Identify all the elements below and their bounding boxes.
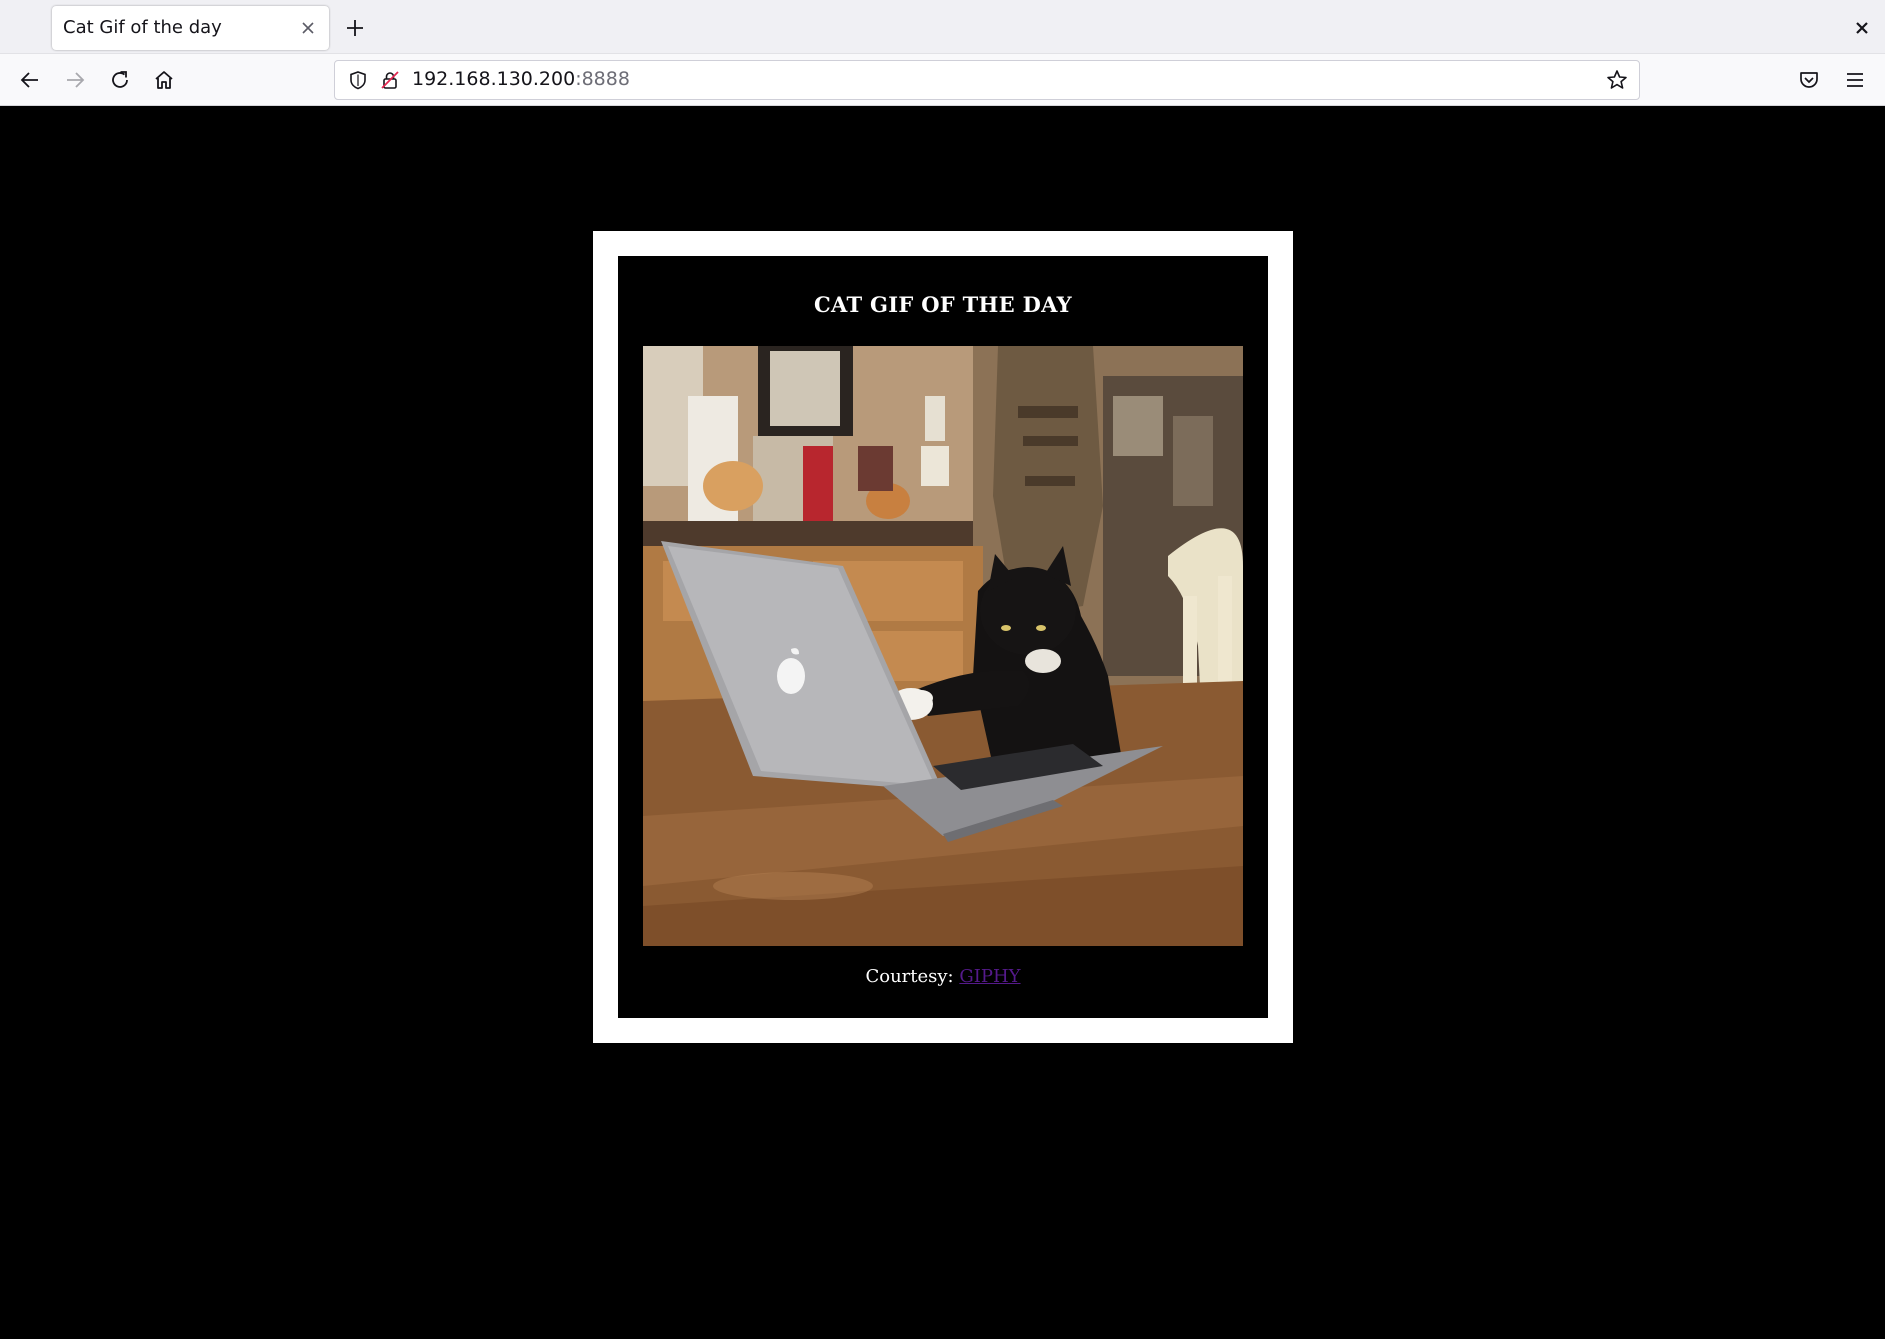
url-port: :8888 <box>575 68 630 90</box>
window-close-icon[interactable] <box>1851 17 1873 39</box>
insecure-connection-lock-icon[interactable] <box>379 69 401 91</box>
courtesy-label: Courtesy: <box>865 966 954 987</box>
reload-icon[interactable] <box>107 67 133 93</box>
tab-close-icon[interactable] <box>299 19 317 37</box>
url-host: 192.168.130.200 <box>412 68 576 90</box>
hamburger-menu-icon[interactable] <box>1842 67 1868 93</box>
home-icon[interactable] <box>151 67 177 93</box>
back-icon[interactable] <box>17 67 43 93</box>
card: CAT GIF OF THE DAY Courtesy: GIPHY <box>618 256 1268 1018</box>
navigation-toolbar: 192.168.130.200:8888 <box>0 54 1885 106</box>
courtesy-line: Courtesy: GIPHY <box>618 966 1268 987</box>
tab-title: Cat Gif of the day <box>63 17 222 38</box>
tracking-protection-shield-icon[interactable] <box>347 69 369 91</box>
bookmark-star-icon[interactable] <box>1605 68 1629 92</box>
cat-gif-image <box>643 346 1243 946</box>
browser-tab[interactable]: Cat Gif of the day <box>52 6 329 50</box>
giphy-link[interactable]: GIPHY <box>959 966 1020 987</box>
page-content: CAT GIF OF THE DAY Courtesy: GIPHY <box>0 106 1885 1339</box>
tab-strip: Cat Gif of the day <box>0 0 1885 54</box>
forward-icon[interactable] <box>62 67 88 93</box>
card-frame: CAT GIF OF THE DAY Courtesy: GIPHY <box>593 231 1293 1043</box>
url-bar[interactable]: 192.168.130.200:8888 <box>334 60 1640 100</box>
page-heading: CAT GIF OF THE DAY <box>814 292 1072 317</box>
pocket-icon[interactable] <box>1796 67 1822 93</box>
new-tab-icon[interactable] <box>343 16 367 40</box>
url-text[interactable]: 192.168.130.200:8888 <box>412 68 630 90</box>
